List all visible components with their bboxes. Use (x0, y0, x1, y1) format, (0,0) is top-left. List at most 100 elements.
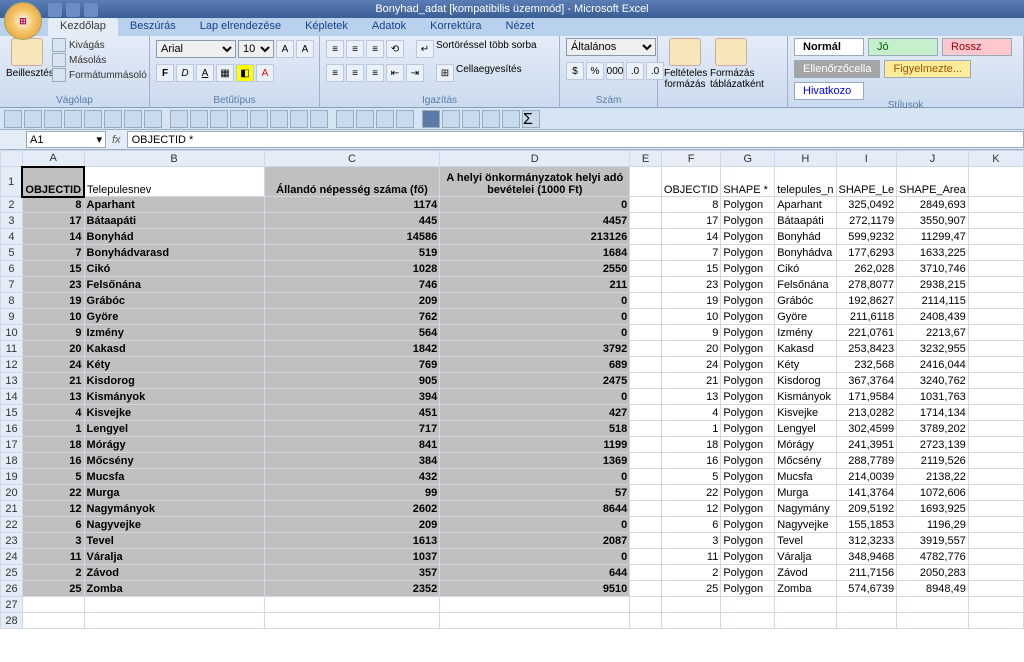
col-header-H[interactable]: H (775, 151, 836, 167)
cell[interactable]: 14 (661, 229, 720, 245)
cell[interactable]: 8644 (440, 501, 630, 517)
cell[interactable]: 1633,225 (897, 245, 969, 261)
cell[interactable]: 20 (22, 341, 84, 357)
cell[interactable]: Nagymányok (84, 501, 264, 517)
tb2-btn[interactable] (144, 110, 162, 128)
cell-F1[interactable]: OBJECTID (661, 167, 720, 197)
cell[interactable] (440, 597, 630, 613)
cell[interactable]: Polygon (721, 533, 775, 549)
cell[interactable]: Bonyhádva (775, 245, 836, 261)
cell[interactable]: 384 (264, 453, 440, 469)
tb2-btn[interactable] (336, 110, 354, 128)
cell[interactable]: 1369 (440, 453, 630, 469)
row-header[interactable]: 13 (1, 373, 23, 389)
cell[interactable]: 3710,746 (897, 261, 969, 277)
row-header[interactable]: 27 (1, 597, 23, 613)
cell-B1[interactable]: Telepulesnev (84, 167, 264, 197)
cell-I1[interactable]: SHAPE_Le (836, 167, 897, 197)
cell[interactable]: 24 (661, 357, 720, 373)
cell[interactable]: Lengyel (84, 421, 264, 437)
cell[interactable]: 427 (440, 405, 630, 421)
cell[interactable]: 0 (440, 517, 630, 533)
cell[interactable] (775, 613, 836, 629)
cell[interactable]: 2352 (264, 581, 440, 597)
cell[interactable] (968, 597, 1023, 613)
cell[interactable]: Kisdorog (84, 373, 264, 389)
cell[interactable]: Felsőnána (775, 277, 836, 293)
cell[interactable]: Polygon (721, 325, 775, 341)
cell[interactable]: 7 (661, 245, 720, 261)
cell[interactable]: 1037 (264, 549, 440, 565)
cell[interactable]: 3550,907 (897, 213, 969, 229)
row-header[interactable]: 9 (1, 309, 23, 325)
tb2-btn[interactable] (290, 110, 308, 128)
cell[interactable]: 769 (264, 357, 440, 373)
cell[interactable]: 394 (264, 389, 440, 405)
cell[interactable]: 4 (661, 405, 720, 421)
cell[interactable]: 22 (661, 485, 720, 501)
col-header-G[interactable]: G (721, 151, 775, 167)
merge-button[interactable]: ⊞ (436, 64, 454, 82)
fx-icon[interactable]: fx (112, 134, 121, 146)
row-header[interactable]: 24 (1, 549, 23, 565)
cell[interactable] (968, 277, 1023, 293)
cell[interactable] (968, 421, 1023, 437)
cell[interactable]: Tevel (775, 533, 836, 549)
cell[interactable]: 1196,29 (897, 517, 969, 533)
cell[interactable]: Polygon (721, 517, 775, 533)
cell[interactable]: 99 (264, 485, 440, 501)
cell[interactable]: 14586 (264, 229, 440, 245)
tab-home[interactable]: Kezdőlap (48, 18, 118, 36)
cell[interactable]: 574,6739 (836, 581, 897, 597)
cell[interactable]: Kisdorog (775, 373, 836, 389)
cell[interactable]: 20 (661, 341, 720, 357)
row-header[interactable]: 5 (1, 245, 23, 261)
cell[interactable]: 15 (22, 261, 84, 277)
cell[interactable]: Polygon (721, 501, 775, 517)
cell[interactable]: 0 (440, 197, 630, 213)
cell[interactable]: Mórágy (84, 437, 264, 453)
cell[interactable]: 241,3951 (836, 437, 897, 453)
cell[interactable]: 22 (22, 485, 84, 501)
cell[interactable] (630, 405, 662, 421)
cell[interactable]: 11299,47 (897, 229, 969, 245)
cell[interactable]: 10 (661, 309, 720, 325)
cell[interactable]: 209 (264, 517, 440, 533)
tab-formulas[interactable]: Képletek (293, 18, 360, 36)
select-all-corner[interactable] (1, 151, 23, 167)
format-painter-button[interactable]: Formátummásoló (52, 68, 147, 82)
cell[interactable]: 841 (264, 437, 440, 453)
cell[interactable]: Polygon (721, 389, 775, 405)
cell[interactable] (630, 293, 662, 309)
align-right-button[interactable]: ≡ (366, 64, 384, 82)
cell[interactable] (968, 613, 1023, 629)
cell[interactable] (968, 213, 1023, 229)
cell[interactable]: Grábóc (84, 293, 264, 309)
style-good[interactable]: Jó (868, 38, 938, 56)
row-header[interactable]: 11 (1, 341, 23, 357)
col-header-D[interactable]: D (440, 151, 630, 167)
cell[interactable]: 232,568 (836, 357, 897, 373)
cell[interactable]: Bonyhád (84, 229, 264, 245)
cell[interactable]: 432 (264, 469, 440, 485)
name-box[interactable]: A1▾ (26, 131, 106, 148)
formula-bar[interactable]: OBJECTID * (127, 131, 1024, 148)
cell[interactable]: 302,4599 (836, 421, 897, 437)
cell-E1[interactable] (630, 167, 662, 197)
cell[interactable]: Kisvejke (84, 405, 264, 421)
cell[interactable] (836, 613, 897, 629)
cell[interactable]: Polygon (721, 261, 775, 277)
fill-color-button[interactable]: ◧ (236, 64, 254, 82)
cell[interactable]: Györe (775, 309, 836, 325)
cell[interactable]: Polygon (721, 469, 775, 485)
row-header[interactable]: 21 (1, 501, 23, 517)
cell[interactable]: 0 (440, 309, 630, 325)
indent-dec-button[interactable]: ⇤ (386, 64, 404, 82)
cell[interactable] (968, 373, 1023, 389)
cell[interactable]: Bátaapáti (84, 213, 264, 229)
cell[interactable]: Polygon (721, 229, 775, 245)
copy-button[interactable]: Másolás (52, 53, 147, 67)
row-header[interactable]: 15 (1, 405, 23, 421)
cell[interactable] (630, 373, 662, 389)
cell[interactable]: Polygon (721, 405, 775, 421)
